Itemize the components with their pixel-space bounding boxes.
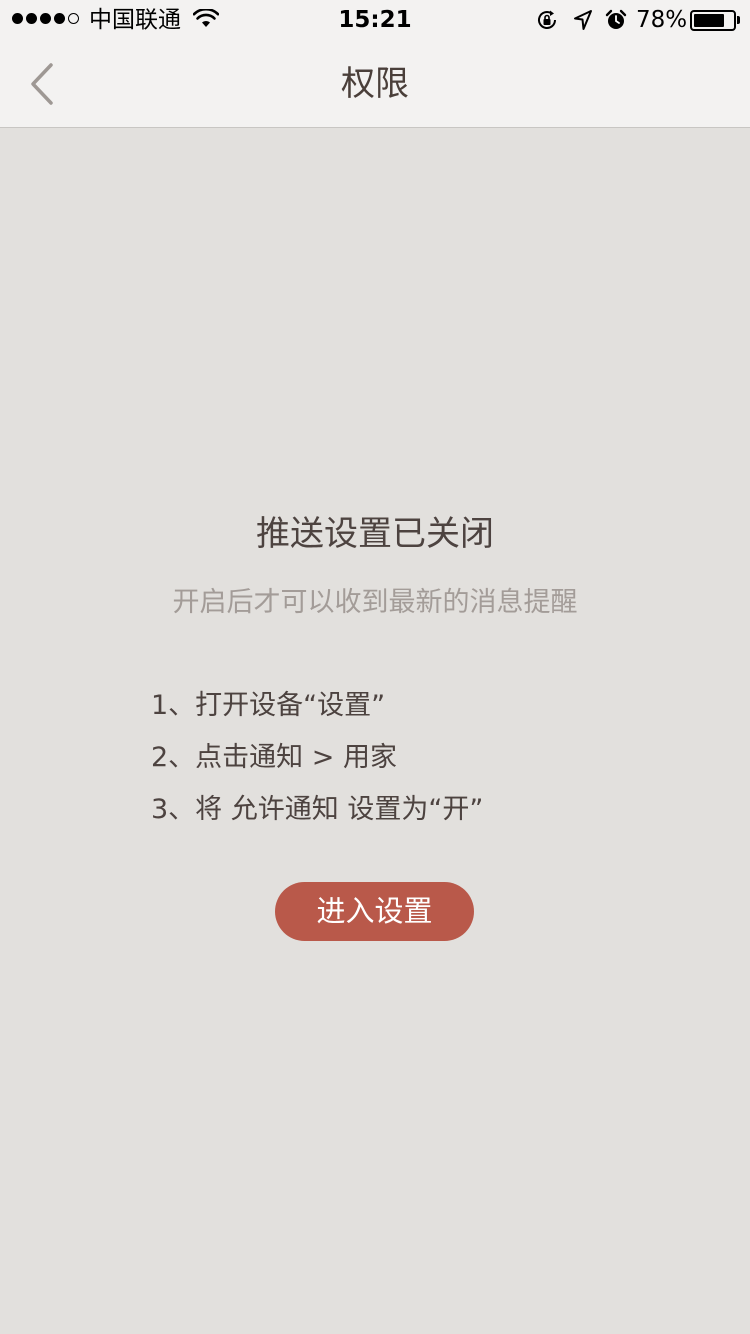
instruction-steps: 1、打开设备“设置” 2、点击通知 > 用家 3、将 允许通知 设置为“开” (151, 680, 483, 836)
page-title: 权限 (341, 64, 409, 104)
battery-icon (690, 10, 736, 31)
status-icons (535, 8, 637, 32)
top-bar: 中国联通 15:21 78% 权限 (0, 0, 750, 128)
status-bar: 中国联通 15:21 78% (0, 0, 750, 40)
step-1: 1、打开设备“设置” (151, 690, 386, 721)
push-disabled-heading: 推送设置已关闭 (256, 514, 494, 554)
alarm-clock-icon (605, 9, 627, 29)
step-3: 3、将 允许通知 设置为“开” (151, 794, 484, 825)
location-arrow-icon (574, 10, 592, 30)
open-settings-button[interactable]: 进入设置 (275, 882, 474, 941)
battery-percentage: 78% (636, 7, 688, 33)
rotation-lock-icon (538, 10, 556, 29)
push-disabled-subheading: 开启后才可以收到最新的消息提醒 (172, 587, 578, 618)
battery-level-fill (694, 14, 724, 27)
battery-tip (737, 16, 740, 24)
navigation-bar: 权限 (0, 40, 750, 128)
step-2: 2、点击通知 > 用家 (151, 742, 397, 773)
